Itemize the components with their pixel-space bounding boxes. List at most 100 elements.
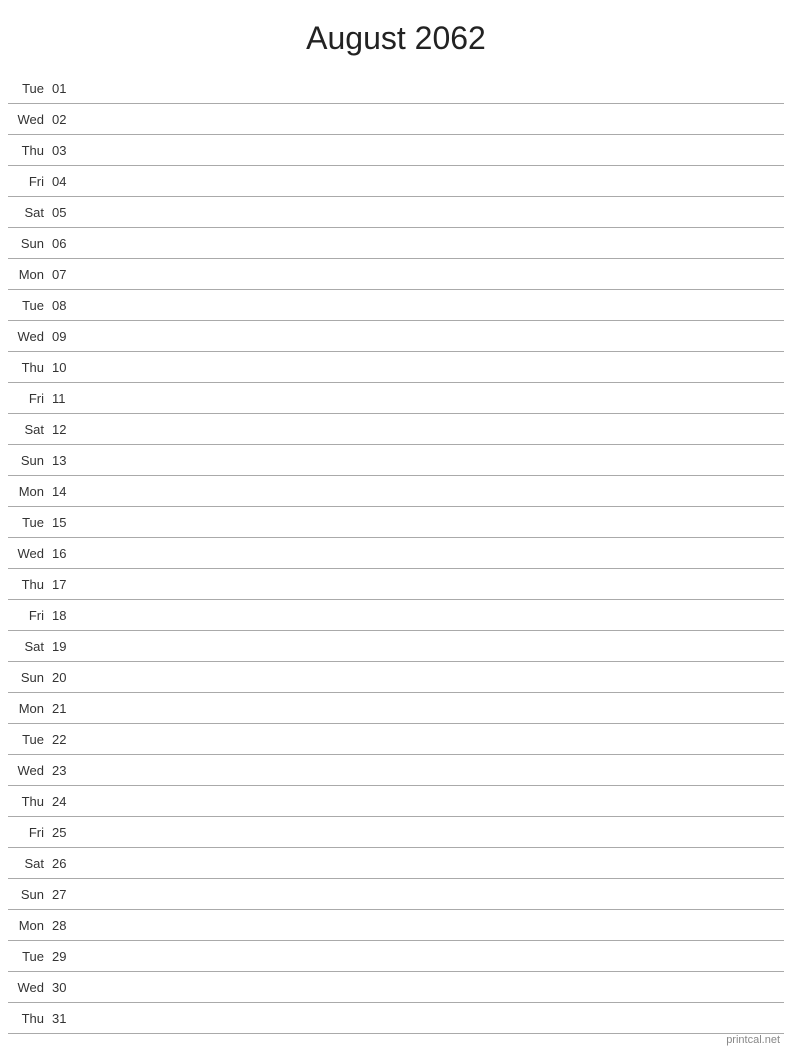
day-name: Sat [8,205,48,220]
day-number: 18 [48,608,76,623]
day-row: Thu24 [8,786,784,817]
day-line [76,677,784,678]
day-name: Thu [8,577,48,592]
day-row: Sun20 [8,662,784,693]
calendar-grid: Tue01Wed02Thu03Fri04Sat05Sun06Mon07Tue08… [0,73,792,1034]
day-name: Fri [8,174,48,189]
day-row: Fri11 [8,383,784,414]
day-row: Tue15 [8,507,784,538]
day-number: 03 [48,143,76,158]
day-name: Thu [8,143,48,158]
day-name: Thu [8,360,48,375]
day-name: Wed [8,112,48,127]
day-row: Thu03 [8,135,784,166]
day-name: Fri [8,608,48,623]
day-name: Tue [8,515,48,530]
day-number: 10 [48,360,76,375]
day-number: 20 [48,670,76,685]
day-number: 07 [48,267,76,282]
day-name: Sat [8,639,48,654]
day-name: Sat [8,422,48,437]
day-name: Tue [8,732,48,747]
day-line [76,894,784,895]
day-name: Wed [8,980,48,995]
day-number: 15 [48,515,76,530]
day-line [76,553,784,554]
day-number: 09 [48,329,76,344]
day-row: Thu17 [8,569,784,600]
day-line [76,863,784,864]
day-name: Mon [8,484,48,499]
day-number: 29 [48,949,76,964]
day-number: 05 [48,205,76,220]
day-number: 01 [48,81,76,96]
day-row: Mon21 [8,693,784,724]
day-row: Mon28 [8,910,784,941]
day-name: Mon [8,267,48,282]
day-number: 06 [48,236,76,251]
day-line [76,429,784,430]
day-number: 17 [48,577,76,592]
day-row: Mon07 [8,259,784,290]
day-number: 13 [48,453,76,468]
day-row: Mon14 [8,476,784,507]
day-line [76,584,784,585]
day-name: Sat [8,856,48,871]
day-number: 22 [48,732,76,747]
day-row: Thu10 [8,352,784,383]
day-number: 27 [48,887,76,902]
day-row: Tue22 [8,724,784,755]
day-line [76,646,784,647]
day-line [76,212,784,213]
day-line [76,460,784,461]
day-row: Wed23 [8,755,784,786]
day-row: Tue01 [8,73,784,104]
day-name: Wed [8,546,48,561]
day-row: Sat05 [8,197,784,228]
day-number: 08 [48,298,76,313]
day-row: Fri25 [8,817,784,848]
day-number: 04 [48,174,76,189]
day-number: 21 [48,701,76,716]
day-line [76,274,784,275]
day-name: Wed [8,763,48,778]
day-row: Wed30 [8,972,784,1003]
day-row: Thu31 [8,1003,784,1034]
day-line [76,1018,784,1019]
day-number: 12 [48,422,76,437]
day-row: Tue08 [8,290,784,321]
day-row: Sun27 [8,879,784,910]
day-name: Sun [8,670,48,685]
day-row: Sun06 [8,228,784,259]
day-line [76,739,784,740]
day-line [76,522,784,523]
footer-watermark: printcal.net [726,1034,780,1046]
day-line [76,956,784,957]
day-line [76,367,784,368]
day-line [76,88,784,89]
day-line [76,119,784,120]
day-number: 31 [48,1011,76,1026]
day-number: 14 [48,484,76,499]
day-line [76,925,784,926]
day-row: Fri18 [8,600,784,631]
day-row: Fri04 [8,166,784,197]
day-number: 26 [48,856,76,871]
day-row: Tue29 [8,941,784,972]
day-number: 19 [48,639,76,654]
day-row: Sat19 [8,631,784,662]
day-name: Sun [8,453,48,468]
day-line [76,305,784,306]
day-name: Thu [8,1011,48,1026]
day-number: 11 [48,391,76,406]
day-line [76,708,784,709]
day-line [76,243,784,244]
day-number: 28 [48,918,76,933]
day-name: Sun [8,887,48,902]
day-line [76,801,784,802]
day-number: 25 [48,825,76,840]
day-row: Wed16 [8,538,784,569]
day-name: Mon [8,918,48,933]
day-number: 16 [48,546,76,561]
day-row: Sat26 [8,848,784,879]
